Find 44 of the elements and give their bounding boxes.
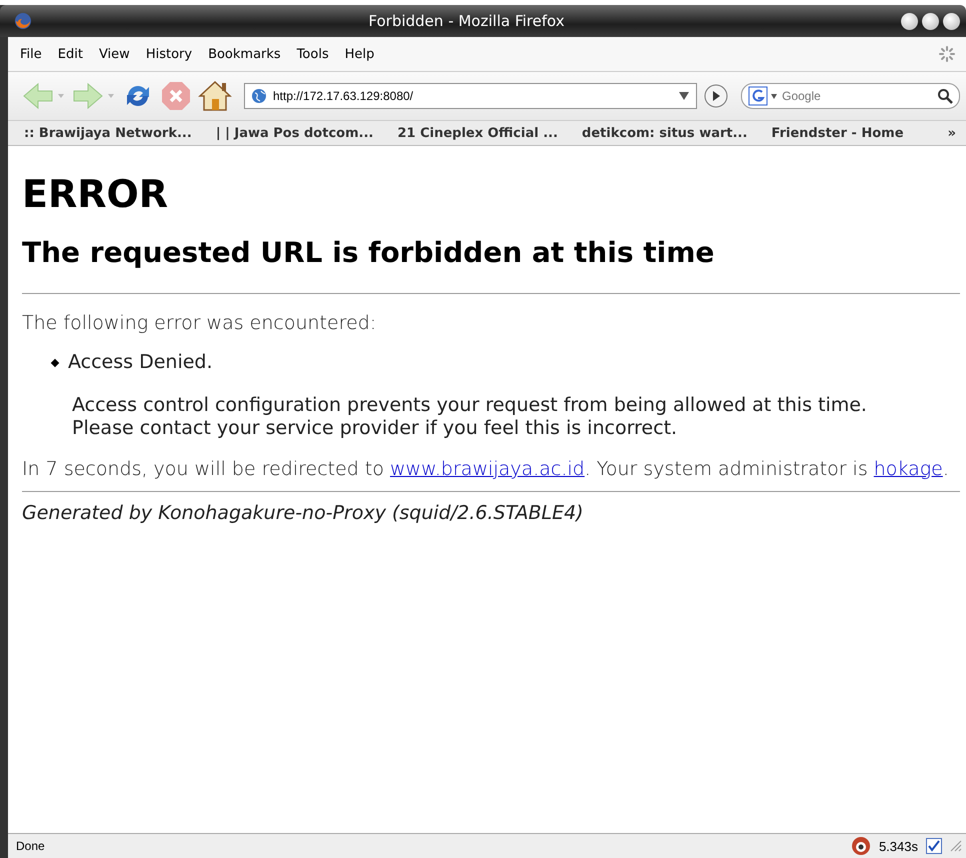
check-icon[interactable] <box>926 838 942 854</box>
menu-item[interactable]: Bookmarks <box>200 46 289 62</box>
caret-icon[interactable] <box>771 94 777 98</box>
footer-text: Generated by Konohagakure-no-Proxy (squid/2.6.STABLE4) <box>22 502 584 525</box>
go-button-icon[interactable] <box>703 83 729 109</box>
error-detail: Access control configuration prevents your request from being allowed at this time. <box>72 394 868 417</box>
link[interactable]: hokage <box>874 458 943 480</box>
search-field[interactable]: Google <box>741 83 960 109</box>
close-button[interactable] <box>943 12 960 30</box>
search-engine-icon[interactable] <box>748 86 768 106</box>
menu-item[interactable]: Edit <box>50 46 91 62</box>
bookmark-item[interactable]: :: Brawijaya Network... <box>24 126 192 140</box>
window-title: Forbidden - Mozilla Firefox <box>368 12 566 30</box>
intro-text: The following error was encountered: <box>22 312 378 335</box>
menu-item[interactable]: History <box>138 46 200 62</box>
bookmark-item[interactable]: detikcom: situs wart... <box>582 126 748 140</box>
link[interactable]: www.brawijaya.ac.id <box>390 458 585 480</box>
globe-icon[interactable] <box>251 88 267 104</box>
address-text: http://172.17.63.129:8080/ <box>273 89 414 103</box>
menu-item[interactable]: File <box>12 46 50 62</box>
throbber-icon[interactable] <box>938 45 956 63</box>
firefox-icon[interactable] <box>14 12 32 30</box>
maximize-button[interactable] <box>922 12 939 30</box>
more-bookmarks-button[interactable]: » <box>948 126 956 140</box>
status-text: Done <box>16 839 45 853</box>
bullet-icon <box>50 358 60 367</box>
resize-grip-icon[interactable] <box>950 840 962 852</box>
error-detail: Please contact your service provider if you feel this is incorrect. <box>72 417 678 440</box>
page-subheading: The requested URL is forbidden at this time <box>22 236 716 269</box>
home-icon[interactable] <box>198 80 232 112</box>
page-heading: ERROR <box>22 172 170 216</box>
menu-item[interactable]: Tools <box>288 46 337 62</box>
menu-item[interactable]: Help <box>336 46 382 62</box>
search-icon[interactable] <box>937 88 953 104</box>
menu-item[interactable]: View <box>90 46 138 62</box>
error-title: Access Denied. <box>68 351 213 374</box>
bookmark-item[interactable]: | | Jawa Pos dotcom... <box>216 126 374 140</box>
dropdown-arrow-icon[interactable] <box>678 91 690 101</box>
minimize-button[interactable] <box>901 12 918 30</box>
address-field[interactable]: http://172.17.63.129:8080/ <box>244 83 697 109</box>
load-time: 5.343s <box>878 838 918 854</box>
bookmark-item[interactable]: Friendster - Home <box>771 126 904 140</box>
bookmark-item[interactable]: 21 Cineplex Official ... <box>397 126 558 140</box>
redirect-text: In 7 seconds, you will be redirected to www.brawijaya.ac.id. Your system administrator is hokage. <box>22 458 950 481</box>
